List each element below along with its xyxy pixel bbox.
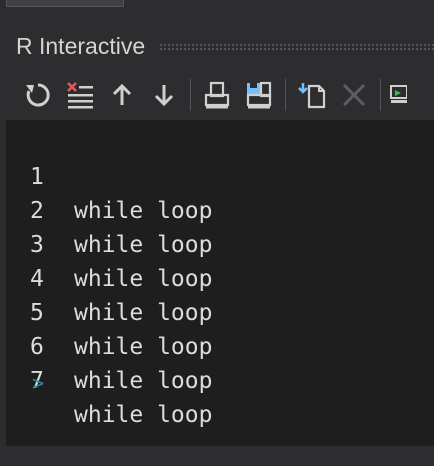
document-tab[interactable] xyxy=(6,0,124,7)
reset-icon xyxy=(26,83,50,107)
titlebar-grip[interactable] xyxy=(159,43,434,51)
reset-button[interactable] xyxy=(20,77,56,113)
history-down-button[interactable] xyxy=(146,77,182,113)
window-title: R Interactive xyxy=(16,32,146,59)
console-line: 6 while loop xyxy=(6,296,434,394)
console-line: 1 while loop xyxy=(6,126,434,224)
line-text: while loop xyxy=(74,402,213,428)
console-line: 4 while loop xyxy=(6,228,434,326)
load-workspace-icon xyxy=(204,81,230,109)
tool-window-titlebar[interactable]: R Interactive xyxy=(6,22,434,70)
arrow-up-icon xyxy=(112,83,132,105)
clear-button[interactable] xyxy=(62,77,98,113)
console-line: 7 while loop xyxy=(6,330,434,428)
toolbar-separator xyxy=(380,79,381,111)
console-line: 3 while loop xyxy=(6,194,434,292)
clear-icon xyxy=(67,82,93,109)
toolbar-separator xyxy=(190,79,191,111)
more-button[interactable] xyxy=(387,77,407,113)
load-history-button[interactable] xyxy=(294,77,330,113)
save-workspace-icon xyxy=(246,81,272,109)
console-output[interactable]: 1 while loop 2 while loop 3 while loop 4… xyxy=(6,120,434,446)
top-strip xyxy=(0,0,434,22)
toolbar xyxy=(6,70,434,120)
toolbar-separator xyxy=(285,79,286,111)
history-up-button[interactable] xyxy=(104,77,140,113)
save-workspace-button[interactable] xyxy=(241,77,277,113)
load-history-icon xyxy=(298,83,326,109)
line-text: while loop xyxy=(74,368,213,394)
console-line: 5 while loop xyxy=(6,262,434,360)
load-workspace-button[interactable] xyxy=(199,77,235,113)
more-icon xyxy=(390,85,407,103)
delete-icon xyxy=(342,83,366,107)
arrow-down-icon xyxy=(154,85,174,107)
console-prompt[interactable]: > xyxy=(32,366,44,400)
delete-button[interactable] xyxy=(336,77,372,113)
console-line: 2 while loop xyxy=(6,160,434,258)
